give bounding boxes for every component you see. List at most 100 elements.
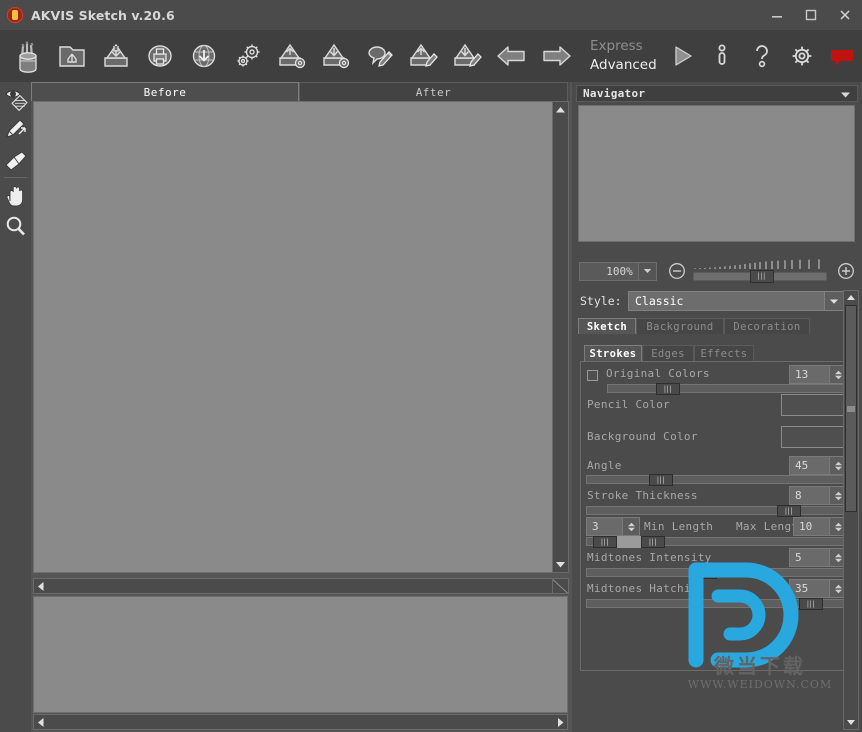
zoom-magnifier-icon[interactable] <box>0 211 31 242</box>
angle-slider[interactable]: ||| <box>586 474 847 486</box>
settings-vertical-scrollbar[interactable] <box>843 290 859 730</box>
chevron-down-icon[interactable] <box>840 84 851 103</box>
direction-brush-icon[interactable] <box>0 113 31 144</box>
zoom-level-value: 100% <box>606 264 633 278</box>
tool-separator <box>4 177 27 178</box>
main-toolbar: Express Advanced <box>0 30 862 82</box>
plus-circle-icon[interactable] <box>834 259 858 283</box>
redo-arrow-icon[interactable] <box>534 33 578 79</box>
zoom-slider[interactable]: ||| <box>692 259 827 283</box>
slider-thumb[interactable]: ||| <box>799 598 823 610</box>
angle-value: 45 <box>795 459 809 472</box>
midtones-hatching-label: Midtones Hatching <box>587 582 705 595</box>
midtones-hatching-spinner[interactable]: 35 <box>789 579 847 598</box>
original-colors-checkbox[interactable] <box>587 370 598 381</box>
comments-icon[interactable] <box>822 33 862 79</box>
min-length-spinner[interactable]: 3 <box>586 517 640 536</box>
tab-strokes[interactable]: Strokes <box>584 345 642 361</box>
navigator-preview[interactable] <box>578 105 855 242</box>
load-preset-icon[interactable] <box>270 33 314 79</box>
pencil-cup-icon[interactable] <box>6 33 50 79</box>
settings-scroll-up-arrow-icon[interactable] <box>844 291 858 304</box>
settings-main-tabs: Sketch Background Decoration <box>578 318 848 334</box>
run-play-icon[interactable] <box>662 33 702 79</box>
settings-gear-icon[interactable] <box>782 33 822 79</box>
mode-selector[interactable]: Express Advanced <box>590 33 658 79</box>
angle-spinner[interactable]: 45 <box>789 456 847 475</box>
undo-arrow-icon[interactable] <box>490 33 534 79</box>
tab-after[interactable]: After <box>299 82 568 101</box>
original-colors-spinner[interactable]: 13 <box>789 365 847 384</box>
pencil-color-swatch[interactable] <box>781 394 847 416</box>
minus-circle-icon[interactable] <box>665 259 689 283</box>
zoom-slider-thumb[interactable]: ||| <box>749 270 774 283</box>
open-image-icon[interactable] <box>50 33 94 79</box>
lower-horizontal-scrollbar[interactable] <box>33 714 568 730</box>
title-bar: AKVIS Sketch v.20.6 <box>0 0 862 30</box>
lower-scroll-left-arrow-icon[interactable] <box>36 713 45 732</box>
length-range-slider[interactable]: ||| ||| <box>586 536 847 548</box>
settings-sub-tabs: Strokes Edges Effects <box>584 345 842 361</box>
angle-label: Angle <box>587 459 622 472</box>
tab-edges[interactable]: Edges <box>642 345 694 361</box>
stroke-thickness-value: 8 <box>795 489 802 502</box>
min-length-label: Min Length <box>644 520 714 533</box>
toolbar-icon-group <box>0 33 578 79</box>
save-image-icon[interactable] <box>94 33 138 79</box>
style-combo[interactable]: Classic <box>628 291 844 311</box>
mode-advanced[interactable]: Advanced <box>590 56 658 75</box>
hand-icon[interactable] <box>0 180 31 211</box>
tab-before[interactable]: Before <box>31 82 299 101</box>
tab-decoration[interactable]: Decoration <box>724 318 810 334</box>
midtones-hatching-slider[interactable]: ||| <box>586 598 847 610</box>
background-color-swatch[interactable] <box>781 426 847 448</box>
image-tabs: Before After <box>31 82 570 101</box>
settings-scroll-thumb[interactable] <box>845 305 857 512</box>
tab-effects[interactable]: Effects <box>694 345 754 361</box>
scroll-left-arrow-icon[interactable] <box>36 577 45 596</box>
mode-express[interactable]: Express <box>590 37 658 56</box>
akvis-sketch-window: AKVIS Sketch v.20.6 Express Advanced Bef… <box>0 0 862 732</box>
help-question-icon[interactable] <box>742 33 782 79</box>
zoom-level-combo[interactable]: 100% <box>579 261 657 281</box>
preview-eye-icon[interactable] <box>0 82 31 113</box>
preferences-gears-icon[interactable] <box>226 33 270 79</box>
min-length-value: 3 <box>592 520 599 533</box>
canvas-vertical-scrollbar[interactable] <box>552 101 569 573</box>
tab-sketch[interactable]: Sketch <box>578 318 636 334</box>
scroll-up-arrow-icon[interactable] <box>553 102 568 117</box>
scroll-down-arrow-icon[interactable] <box>553 557 568 572</box>
midtones-intensity-spinner[interactable]: 5 <box>789 548 847 567</box>
param-pencil-color: Pencil Color <box>581 392 849 424</box>
comment-brush-icon[interactable] <box>358 33 402 79</box>
download-web-icon[interactable] <box>182 33 226 79</box>
tab-background[interactable]: Background <box>636 318 724 334</box>
canvas-horizontal-scrollbar[interactable] <box>33 578 568 594</box>
maximize-button[interactable] <box>794 0 828 30</box>
info-icon[interactable] <box>702 33 742 79</box>
print-image-icon[interactable] <box>138 33 182 79</box>
scroll-corner-resize[interactable] <box>552 578 569 594</box>
max-length-spinner[interactable]: 10 <box>793 517 847 536</box>
lower-preview-panel[interactable] <box>33 596 568 713</box>
midtones-hatching-value: 35 <box>795 582 809 595</box>
chevron-down-icon[interactable] <box>637 262 656 280</box>
minimize-button[interactable] <box>760 0 794 30</box>
stroke-thickness-spinner[interactable]: 8 <box>789 486 847 505</box>
load-strokes-icon[interactable] <box>402 33 446 79</box>
midtones-intensity-slider[interactable]: ||| <box>586 567 847 579</box>
save-strokes-icon[interactable] <box>446 33 490 79</box>
toolbar-right-group <box>662 33 862 79</box>
settings-scroll-down-arrow-icon[interactable] <box>844 716 858 729</box>
save-preset-icon[interactable] <box>314 33 358 79</box>
spinner-arrows-icon[interactable] <box>622 518 639 535</box>
chevron-down-icon[interactable] <box>824 292 843 310</box>
original-colors-label: Original Colors <box>606 367 710 380</box>
navigator-header[interactable]: Navigator <box>576 85 858 102</box>
eraser-icon[interactable] <box>0 144 31 175</box>
stroke-thickness-slider[interactable]: ||| <box>586 505 847 517</box>
lower-scroll-right-arrow-icon[interactable] <box>556 713 565 732</box>
window-controls <box>760 0 862 30</box>
close-button[interactable] <box>828 0 862 30</box>
image-canvas[interactable] <box>33 101 568 573</box>
